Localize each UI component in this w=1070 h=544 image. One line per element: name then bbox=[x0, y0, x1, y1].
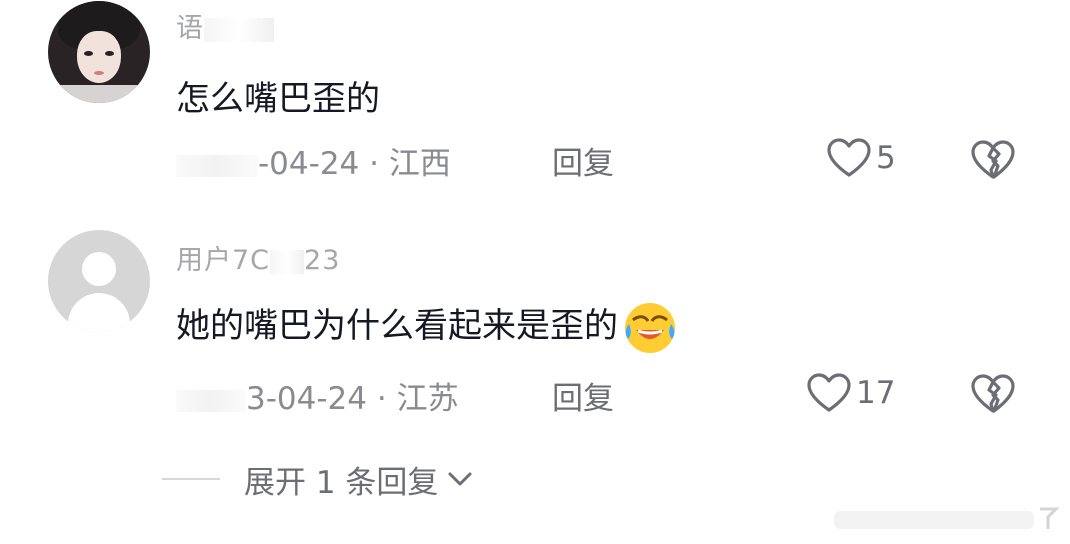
heart-icon bbox=[807, 373, 851, 412]
reply-button[interactable]: 回复 bbox=[552, 373, 614, 418]
comment-text: 怎么嘴巴歪的 bbox=[176, 79, 380, 119]
expand-replies-button[interactable]: 展开 1 条回复 bbox=[162, 456, 612, 502]
laughing-crying-emoji bbox=[625, 302, 675, 353]
username[interactable]: 语 bbox=[176, 6, 274, 45]
comment-text: 她的嘴巴为什么看起来是歪的 bbox=[176, 298, 678, 356]
comment-meta: 3-04-24 · 江苏 bbox=[176, 373, 459, 418]
heart-icon bbox=[827, 138, 871, 177]
divider bbox=[162, 478, 220, 480]
like-button[interactable]: 5 bbox=[826, 137, 896, 179]
avatar[interactable] bbox=[48, 1, 150, 103]
default-avatar[interactable] bbox=[48, 230, 150, 332]
comment-location: 江西 bbox=[388, 146, 451, 182]
comment-meta: -04-24 · 江西 bbox=[176, 138, 451, 183]
username[interactable]: 用户7C 23 bbox=[176, 238, 340, 277]
like-button[interactable]: 17 bbox=[806, 372, 895, 414]
like-count: 5 bbox=[876, 140, 896, 176]
watermark bbox=[834, 507, 1060, 529]
broken-heart-icon[interactable] bbox=[970, 139, 1016, 181]
meta-separator: · bbox=[369, 146, 379, 182]
expand-replies-label: 展开 1 条回复 bbox=[244, 464, 439, 501]
like-count: 17 bbox=[856, 375, 896, 411]
chevron-down-icon bbox=[448, 472, 472, 486]
meta-separator: · bbox=[376, 381, 387, 417]
broken-heart-icon[interactable] bbox=[970, 373, 1016, 415]
comment-date: 3-04-24 bbox=[246, 381, 367, 417]
comment-date: -04-24 bbox=[258, 146, 360, 182]
comment-location: 江苏 bbox=[396, 381, 459, 417]
reply-button[interactable]: 回复 bbox=[552, 138, 614, 183]
